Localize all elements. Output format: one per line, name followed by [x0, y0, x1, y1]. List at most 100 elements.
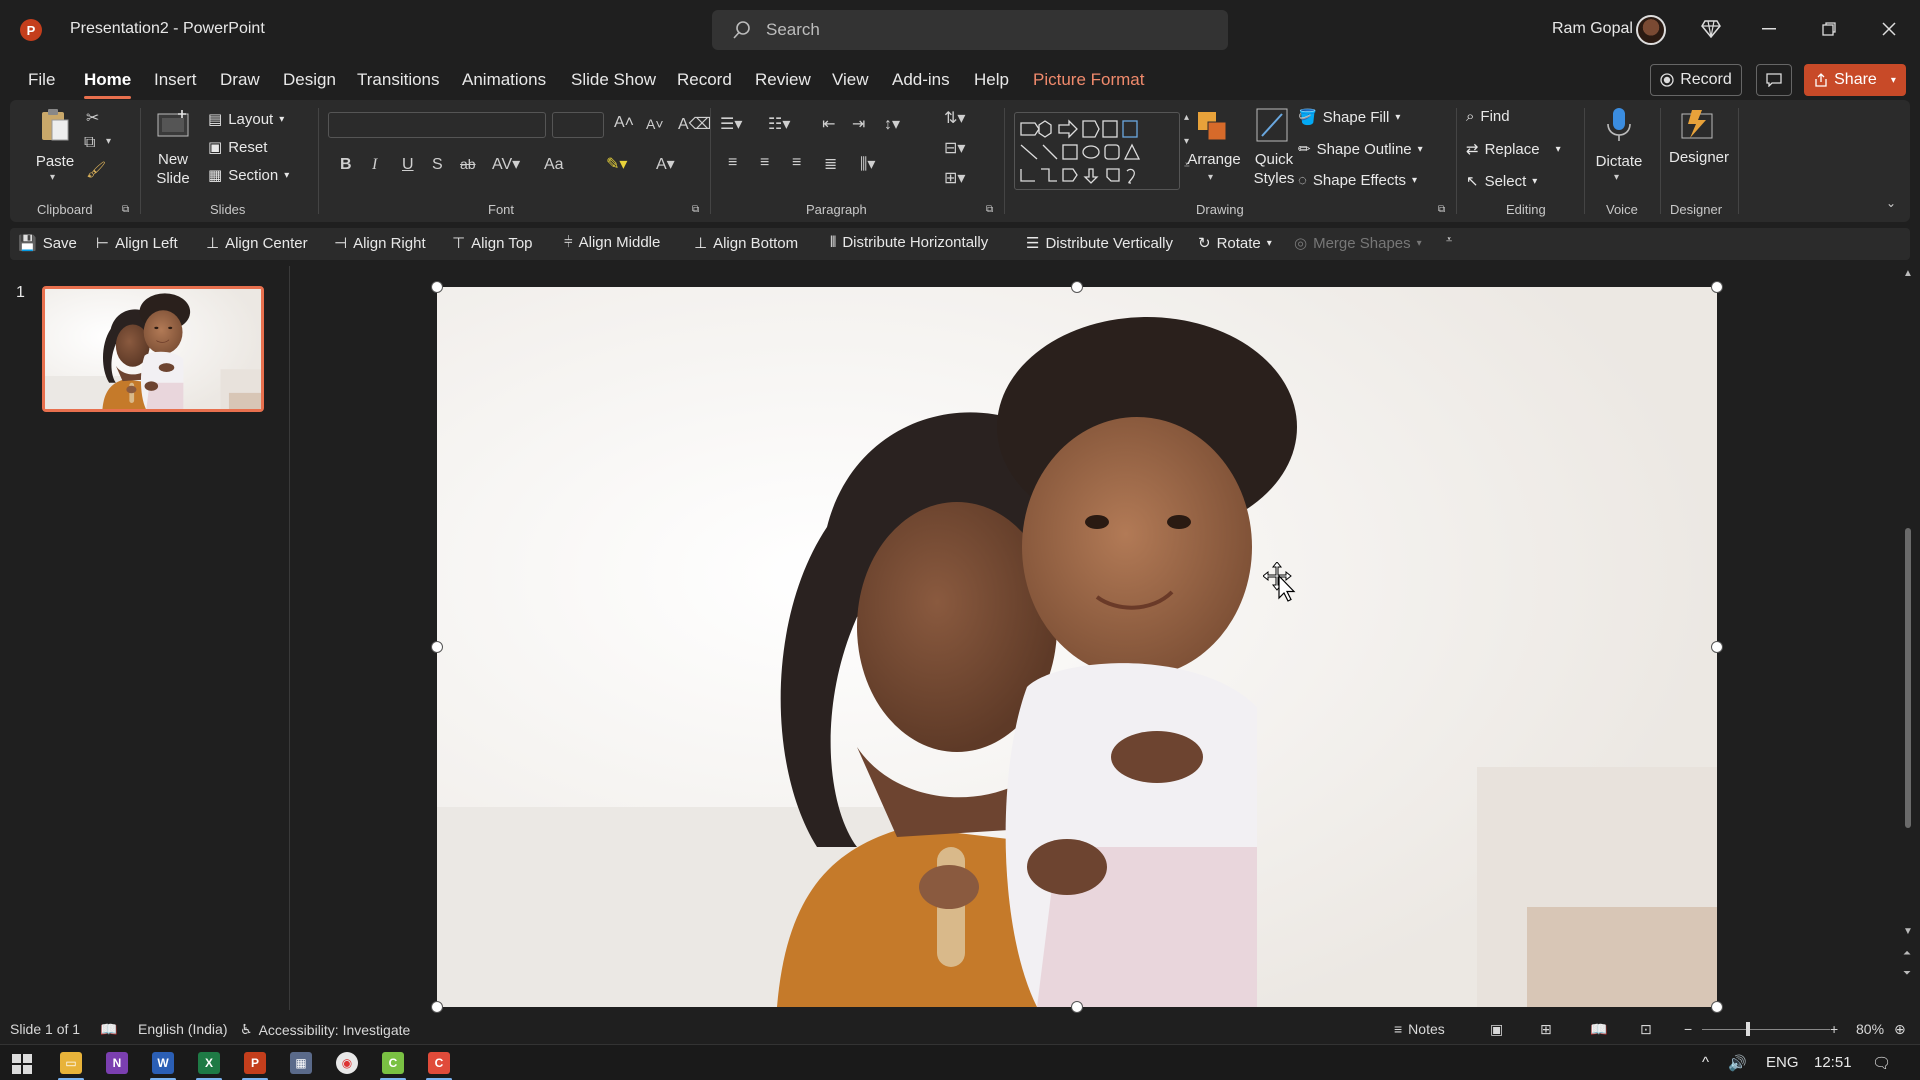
record-button[interactable]: Record [1650, 64, 1742, 96]
decrease-font-size-icon[interactable]: A˅ [646, 116, 664, 132]
tab-home[interactable]: Home [84, 70, 132, 99]
font-color-icon[interactable]: A▾ [656, 154, 675, 174]
resize-handle-right[interactable] [1711, 641, 1723, 653]
increase-indent-icon[interactable]: ⇥ [852, 114, 865, 134]
convert-smartart-icon[interactable]: ⊞▾ [944, 168, 965, 188]
chevron-down-icon[interactable]: ▾ [106, 136, 111, 147]
columns-icon[interactable]: ⫼▾ [860, 154, 875, 174]
italic-button[interactable]: I [372, 156, 377, 174]
bold-button[interactable]: B [340, 156, 352, 174]
replace-button[interactable]: ⇄ Replace ▾ [1466, 140, 1561, 159]
qat-rotate[interactable]: ↻ Rotate ▾ [1198, 234, 1272, 253]
chevron-down-icon[interactable]: ▾ [50, 172, 55, 183]
tab-animations[interactable]: Animations [462, 70, 546, 90]
share-button[interactable]: Share ▾ [1804, 64, 1906, 96]
zoom-slider-thumb[interactable] [1746, 1022, 1750, 1036]
comments-button[interactable] [1756, 64, 1792, 96]
chevron-down-icon[interactable]: ▾ [1208, 172, 1213, 183]
search-input[interactable]: Search [712, 10, 1228, 50]
slide-editor-canvas[interactable] [291, 266, 1906, 1013]
tab-add-ins[interactable]: Add-ins [892, 70, 950, 90]
gallery-down-icon[interactable]: ▾ [1184, 136, 1189, 147]
qat-distribute-horizontally[interactable]: ⫴ Distribute Horizontally [830, 234, 988, 251]
user-name[interactable]: Ram Gopal [1552, 20, 1633, 38]
zoom-slider[interactable] [1702, 1029, 1830, 1030]
text-shadow-button[interactable]: S [432, 156, 443, 174]
align-left-text-icon[interactable]: ≡ [728, 154, 737, 172]
character-spacing-icon[interactable]: AV▾ [492, 154, 520, 174]
volume-icon[interactable]: 🔊 [1728, 1054, 1747, 1072]
tab-help[interactable]: Help [974, 70, 1009, 90]
designer-button[interactable]: Designer [1664, 148, 1734, 167]
underline-button[interactable]: U [402, 156, 414, 174]
line-spacing-icon[interactable]: ↕▾ [884, 114, 900, 134]
qat-align-middle[interactable]: ⫩ Align Middle [564, 234, 660, 251]
picture-mother-kissing-baby[interactable] [437, 287, 1717, 1007]
quick-styles-button[interactable]: Quick Styles [1244, 150, 1304, 188]
format-painter-icon[interactable]: 🖌 [86, 160, 106, 180]
fit-to-window-icon[interactable]: ⊕ [1894, 1021, 1906, 1038]
avatar[interactable] [1636, 15, 1666, 45]
qat-align-right[interactable]: ⊣ Align Right [334, 234, 426, 253]
zoom-in-icon[interactable]: + [1830, 1021, 1838, 1037]
new-slide-button[interactable]: New Slide [144, 150, 202, 188]
qat-align-left[interactable]: ⊢ Align Left [96, 234, 178, 253]
tab-draw[interactable]: Draw [220, 70, 260, 90]
input-language[interactable]: ENG [1766, 1054, 1799, 1071]
justify-icon[interactable]: ≣ [824, 154, 837, 174]
dialog-launcher-icon[interactable]: ⧉ [986, 204, 993, 215]
scroll-down-icon[interactable]: ▼ [1903, 926, 1913, 937]
qat-align-center[interactable]: ⊥ Align Center [206, 234, 308, 253]
resize-handle-top[interactable] [1071, 281, 1083, 293]
align-right-text-icon[interactable]: ≡ [792, 154, 801, 172]
camtasia-icon[interactable]: C [382, 1052, 404, 1074]
resize-handle-bottom[interactable] [1071, 1001, 1083, 1013]
camtasia-recorder-icon[interactable]: C [428, 1052, 450, 1074]
powerpoint-icon[interactable]: P [244, 1052, 266, 1074]
restore-icon[interactable] [1815, 16, 1843, 42]
resize-handle-left[interactable] [431, 641, 443, 653]
zoom-out-icon[interactable]: − [1684, 1021, 1692, 1037]
zoom-level[interactable]: 80% [1856, 1021, 1884, 1037]
bullets-icon[interactable]: ☰▾ [720, 114, 742, 134]
next-slide-icon[interactable]: ⏷ [1903, 968, 1911, 979]
align-text-icon[interactable]: ⊟▾ [944, 138, 965, 158]
text-direction-icon[interactable]: ⇅▾ [944, 108, 965, 128]
calculator-icon[interactable]: ▦ [290, 1052, 312, 1074]
increase-font-size-icon[interactable]: A˄ [614, 114, 634, 132]
language-indicator[interactable]: English (India) [138, 1021, 228, 1037]
qat-distribute-vertically[interactable]: ☰ Distribute Vertically [1026, 234, 1173, 253]
scrollbar-thumb[interactable] [1905, 528, 1911, 828]
find-button[interactable]: ⌕ Find [1466, 108, 1510, 125]
qat-align-bottom[interactable]: ⊥ Align Bottom [694, 234, 798, 253]
clear-formatting-icon[interactable]: A⌫ [678, 114, 711, 134]
dialog-launcher-icon[interactable]: ⧉ [692, 204, 699, 215]
slide-thumbnail[interactable] [42, 286, 264, 412]
resize-handle-bottom-right[interactable] [1711, 1001, 1723, 1013]
word-icon[interactable]: W [152, 1052, 174, 1074]
gallery-up-icon[interactable]: ▴ [1184, 112, 1189, 123]
windows-start-icon[interactable] [12, 1054, 32, 1074]
center-text-icon[interactable]: ≡ [760, 154, 769, 172]
clock[interactable]: 12:51 [1814, 1054, 1852, 1071]
shapes-gallery[interactable] [1014, 112, 1180, 190]
font-size-select[interactable] [552, 112, 604, 138]
font-family-select[interactable] [328, 112, 546, 138]
dialog-launcher-icon[interactable]: ⧉ [122, 204, 129, 215]
paste-button[interactable]: Paste [32, 152, 78, 171]
minimize-icon[interactable] [1755, 16, 1783, 42]
qat-customize[interactable]: ⩡ [1446, 234, 1452, 247]
numbering-icon[interactable]: ☷▾ [768, 114, 790, 134]
dictate-button[interactable]: Dictate [1590, 152, 1648, 171]
cut-icon[interactable]: ✂ [86, 108, 99, 128]
strikethrough-button[interactable]: ab [460, 156, 476, 172]
resize-handle-bottom-left[interactable] [431, 1001, 443, 1013]
normal-view-icon[interactable]: ▣ [1490, 1021, 1503, 1038]
tab-view[interactable]: View [832, 70, 869, 90]
collapse-ribbon-icon[interactable]: ⌄ [1886, 196, 1896, 210]
notes-button[interactable]: ≡ Notes [1394, 1021, 1445, 1037]
tab-record[interactable]: Record [677, 70, 732, 90]
section-button[interactable]: ▦ Section ▾ [208, 166, 289, 185]
previous-slide-icon[interactable]: ⏶ [1903, 948, 1911, 959]
shape-fill-button[interactable]: 🪣 Shape Fill ▾ [1298, 108, 1400, 127]
